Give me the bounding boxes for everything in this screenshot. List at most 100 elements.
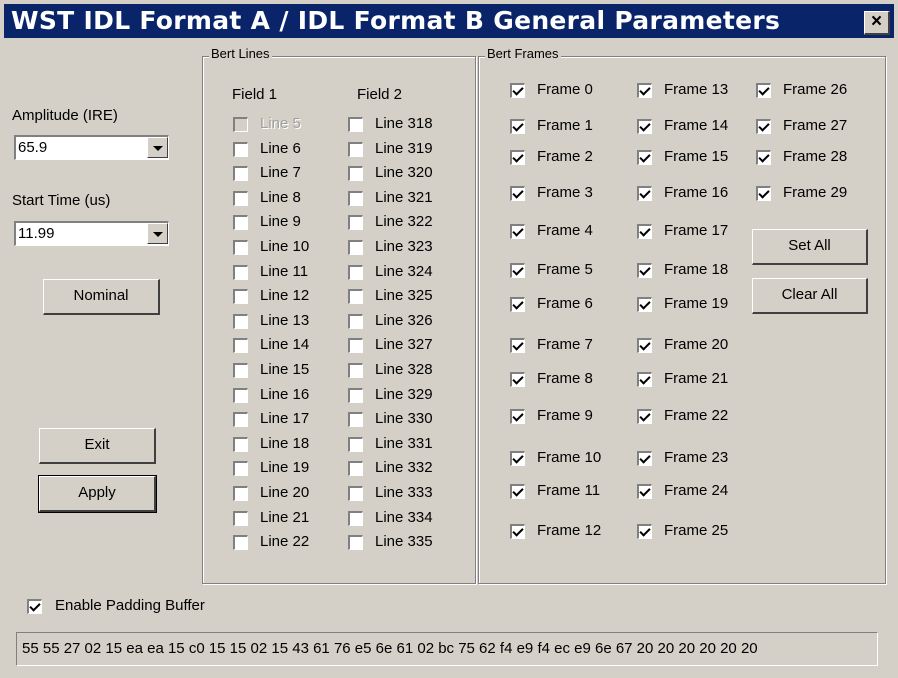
frame-2-checkbox[interactable]: [510, 150, 525, 165]
frame-28-checkbox[interactable]: [756, 150, 771, 165]
field1-line-9-checkbox[interactable]: [233, 338, 248, 353]
exit-button[interactable]: Exit: [39, 428, 156, 464]
close-button[interactable]: ×: [864, 11, 890, 35]
frame-29-checkbox[interactable]: [756, 186, 771, 201]
field2-line-11-checkbox[interactable]: [348, 388, 363, 403]
frame-27-checkbox[interactable]: [756, 119, 771, 134]
field2-line-17-label: Line 335: [375, 533, 433, 550]
field1-line-5-checkbox[interactable]: [233, 240, 248, 255]
field1-line-7-label: Line 12: [260, 287, 310, 304]
field2-line-16-checkbox[interactable]: [348, 511, 363, 526]
frame-11-checkbox[interactable]: [510, 484, 525, 499]
frame-19-checkbox[interactable]: [637, 297, 652, 312]
bert-lines-legend: Bert Lines: [209, 46, 272, 61]
frame-6-label: Frame 6: [537, 295, 593, 312]
field1-line-3-checkbox[interactable]: [233, 191, 248, 206]
field2-line-13-checkbox[interactable]: [348, 437, 363, 452]
field2-line-17-checkbox[interactable]: [348, 535, 363, 550]
field2-line-7-checkbox[interactable]: [348, 289, 363, 304]
frame-4-label: Frame 4: [537, 222, 593, 239]
field1-line-0-label: Line 5: [260, 115, 301, 132]
field1-line-6-checkbox[interactable]: [233, 265, 248, 280]
enable-padding-checkbox[interactable]: [27, 599, 42, 614]
field1-line-14-checkbox[interactable]: [233, 461, 248, 476]
frame-12-label: Frame 12: [537, 522, 602, 539]
frame-21-label: Frame 21: [664, 370, 729, 387]
field1-line-16-checkbox[interactable]: [233, 511, 248, 526]
field2-line-12-checkbox[interactable]: [348, 412, 363, 427]
frame-17-label: Frame 17: [664, 222, 729, 239]
frame-8-checkbox[interactable]: [510, 372, 525, 387]
field1-line-1-checkbox[interactable]: [233, 142, 248, 157]
frame-21-checkbox[interactable]: [637, 372, 652, 387]
frame-11-label: Frame 11: [537, 482, 601, 499]
amplitude-value: 65.9: [18, 139, 48, 156]
field1-line-12-label: Line 17: [260, 410, 310, 427]
frame-3-checkbox[interactable]: [510, 186, 525, 201]
frame-5-checkbox[interactable]: [510, 263, 525, 278]
field1-line-10-label: Line 15: [260, 361, 310, 378]
field2-line-4-checkbox[interactable]: [348, 215, 363, 230]
field1-line-4-checkbox[interactable]: [233, 215, 248, 230]
frame-13-checkbox[interactable]: [637, 83, 652, 98]
field2-line-5-checkbox[interactable]: [348, 240, 363, 255]
frame-12-checkbox[interactable]: [510, 524, 525, 539]
field2-line-14-label: Line 332: [375, 459, 433, 476]
title-bar[interactable]: WST IDL Format A / IDL Format B General …: [4, 4, 894, 38]
frame-0-checkbox[interactable]: [510, 83, 525, 98]
field2-line-7-label: Line 325: [375, 287, 433, 304]
padding-buffer-field[interactable]: 55 55 27 02 15 ea ea 15 c0 15 15 02 15 4…: [16, 632, 878, 666]
field1-line-11-checkbox[interactable]: [233, 388, 248, 403]
chevron-down-icon[interactable]: [147, 223, 168, 244]
field2-line-10-checkbox[interactable]: [348, 363, 363, 378]
set-all-button[interactable]: Set All: [752, 229, 868, 265]
frame-20-checkbox[interactable]: [637, 338, 652, 353]
field2-line-2-checkbox[interactable]: [348, 166, 363, 181]
field1-line-7-checkbox[interactable]: [233, 289, 248, 304]
nominal-button[interactable]: Nominal: [43, 279, 160, 315]
field2-line-12-label: Line 330: [375, 410, 433, 427]
field1-line-2-checkbox[interactable]: [233, 166, 248, 181]
bert-frames-group: [478, 56, 886, 584]
field2-line-14-checkbox[interactable]: [348, 461, 363, 476]
field1-line-12-checkbox[interactable]: [233, 412, 248, 427]
field1-line-6-label: Line 11: [260, 263, 309, 280]
frame-7-checkbox[interactable]: [510, 338, 525, 353]
frame-25-checkbox[interactable]: [637, 524, 652, 539]
field2-line-0-checkbox[interactable]: [348, 117, 363, 132]
frame-23-label: Frame 23: [664, 449, 729, 466]
frame-9-checkbox[interactable]: [510, 409, 525, 424]
field2-line-6-checkbox[interactable]: [348, 265, 363, 280]
frame-17-checkbox[interactable]: [637, 224, 652, 239]
start-time-combo[interactable]: 11.99: [14, 221, 169, 246]
field2-line-8-checkbox[interactable]: [348, 314, 363, 329]
field2-line-9-checkbox[interactable]: [348, 338, 363, 353]
frame-26-checkbox[interactable]: [756, 83, 771, 98]
frame-16-checkbox[interactable]: [637, 186, 652, 201]
field1-line-15-checkbox[interactable]: [233, 486, 248, 501]
field2-line-1-checkbox[interactable]: [348, 142, 363, 157]
frame-23-checkbox[interactable]: [637, 451, 652, 466]
field1-line-17-checkbox[interactable]: [233, 535, 248, 550]
field2-line-15-checkbox[interactable]: [348, 486, 363, 501]
apply-button[interactable]: Apply: [38, 475, 157, 513]
clear-all-button[interactable]: Clear All: [752, 278, 868, 314]
frame-22-label: Frame 22: [664, 407, 729, 424]
field1-line-1-label: Line 6: [260, 140, 301, 157]
frame-15-checkbox[interactable]: [637, 150, 652, 165]
frame-4-checkbox[interactable]: [510, 224, 525, 239]
frame-1-checkbox[interactable]: [510, 119, 525, 134]
field1-line-13-checkbox[interactable]: [233, 437, 248, 452]
frame-22-checkbox[interactable]: [637, 409, 652, 424]
amplitude-combo[interactable]: 65.9: [14, 135, 169, 160]
frame-18-checkbox[interactable]: [637, 263, 652, 278]
field1-line-0-checkbox: [233, 117, 248, 132]
frame-10-checkbox[interactable]: [510, 451, 525, 466]
frame-14-checkbox[interactable]: [637, 119, 652, 134]
frame-6-checkbox[interactable]: [510, 297, 525, 312]
field1-line-8-checkbox[interactable]: [233, 314, 248, 329]
chevron-down-icon[interactable]: [147, 137, 168, 158]
field2-line-3-checkbox[interactable]: [348, 191, 363, 206]
field1-line-10-checkbox[interactable]: [233, 363, 248, 378]
frame-24-checkbox[interactable]: [637, 484, 652, 499]
